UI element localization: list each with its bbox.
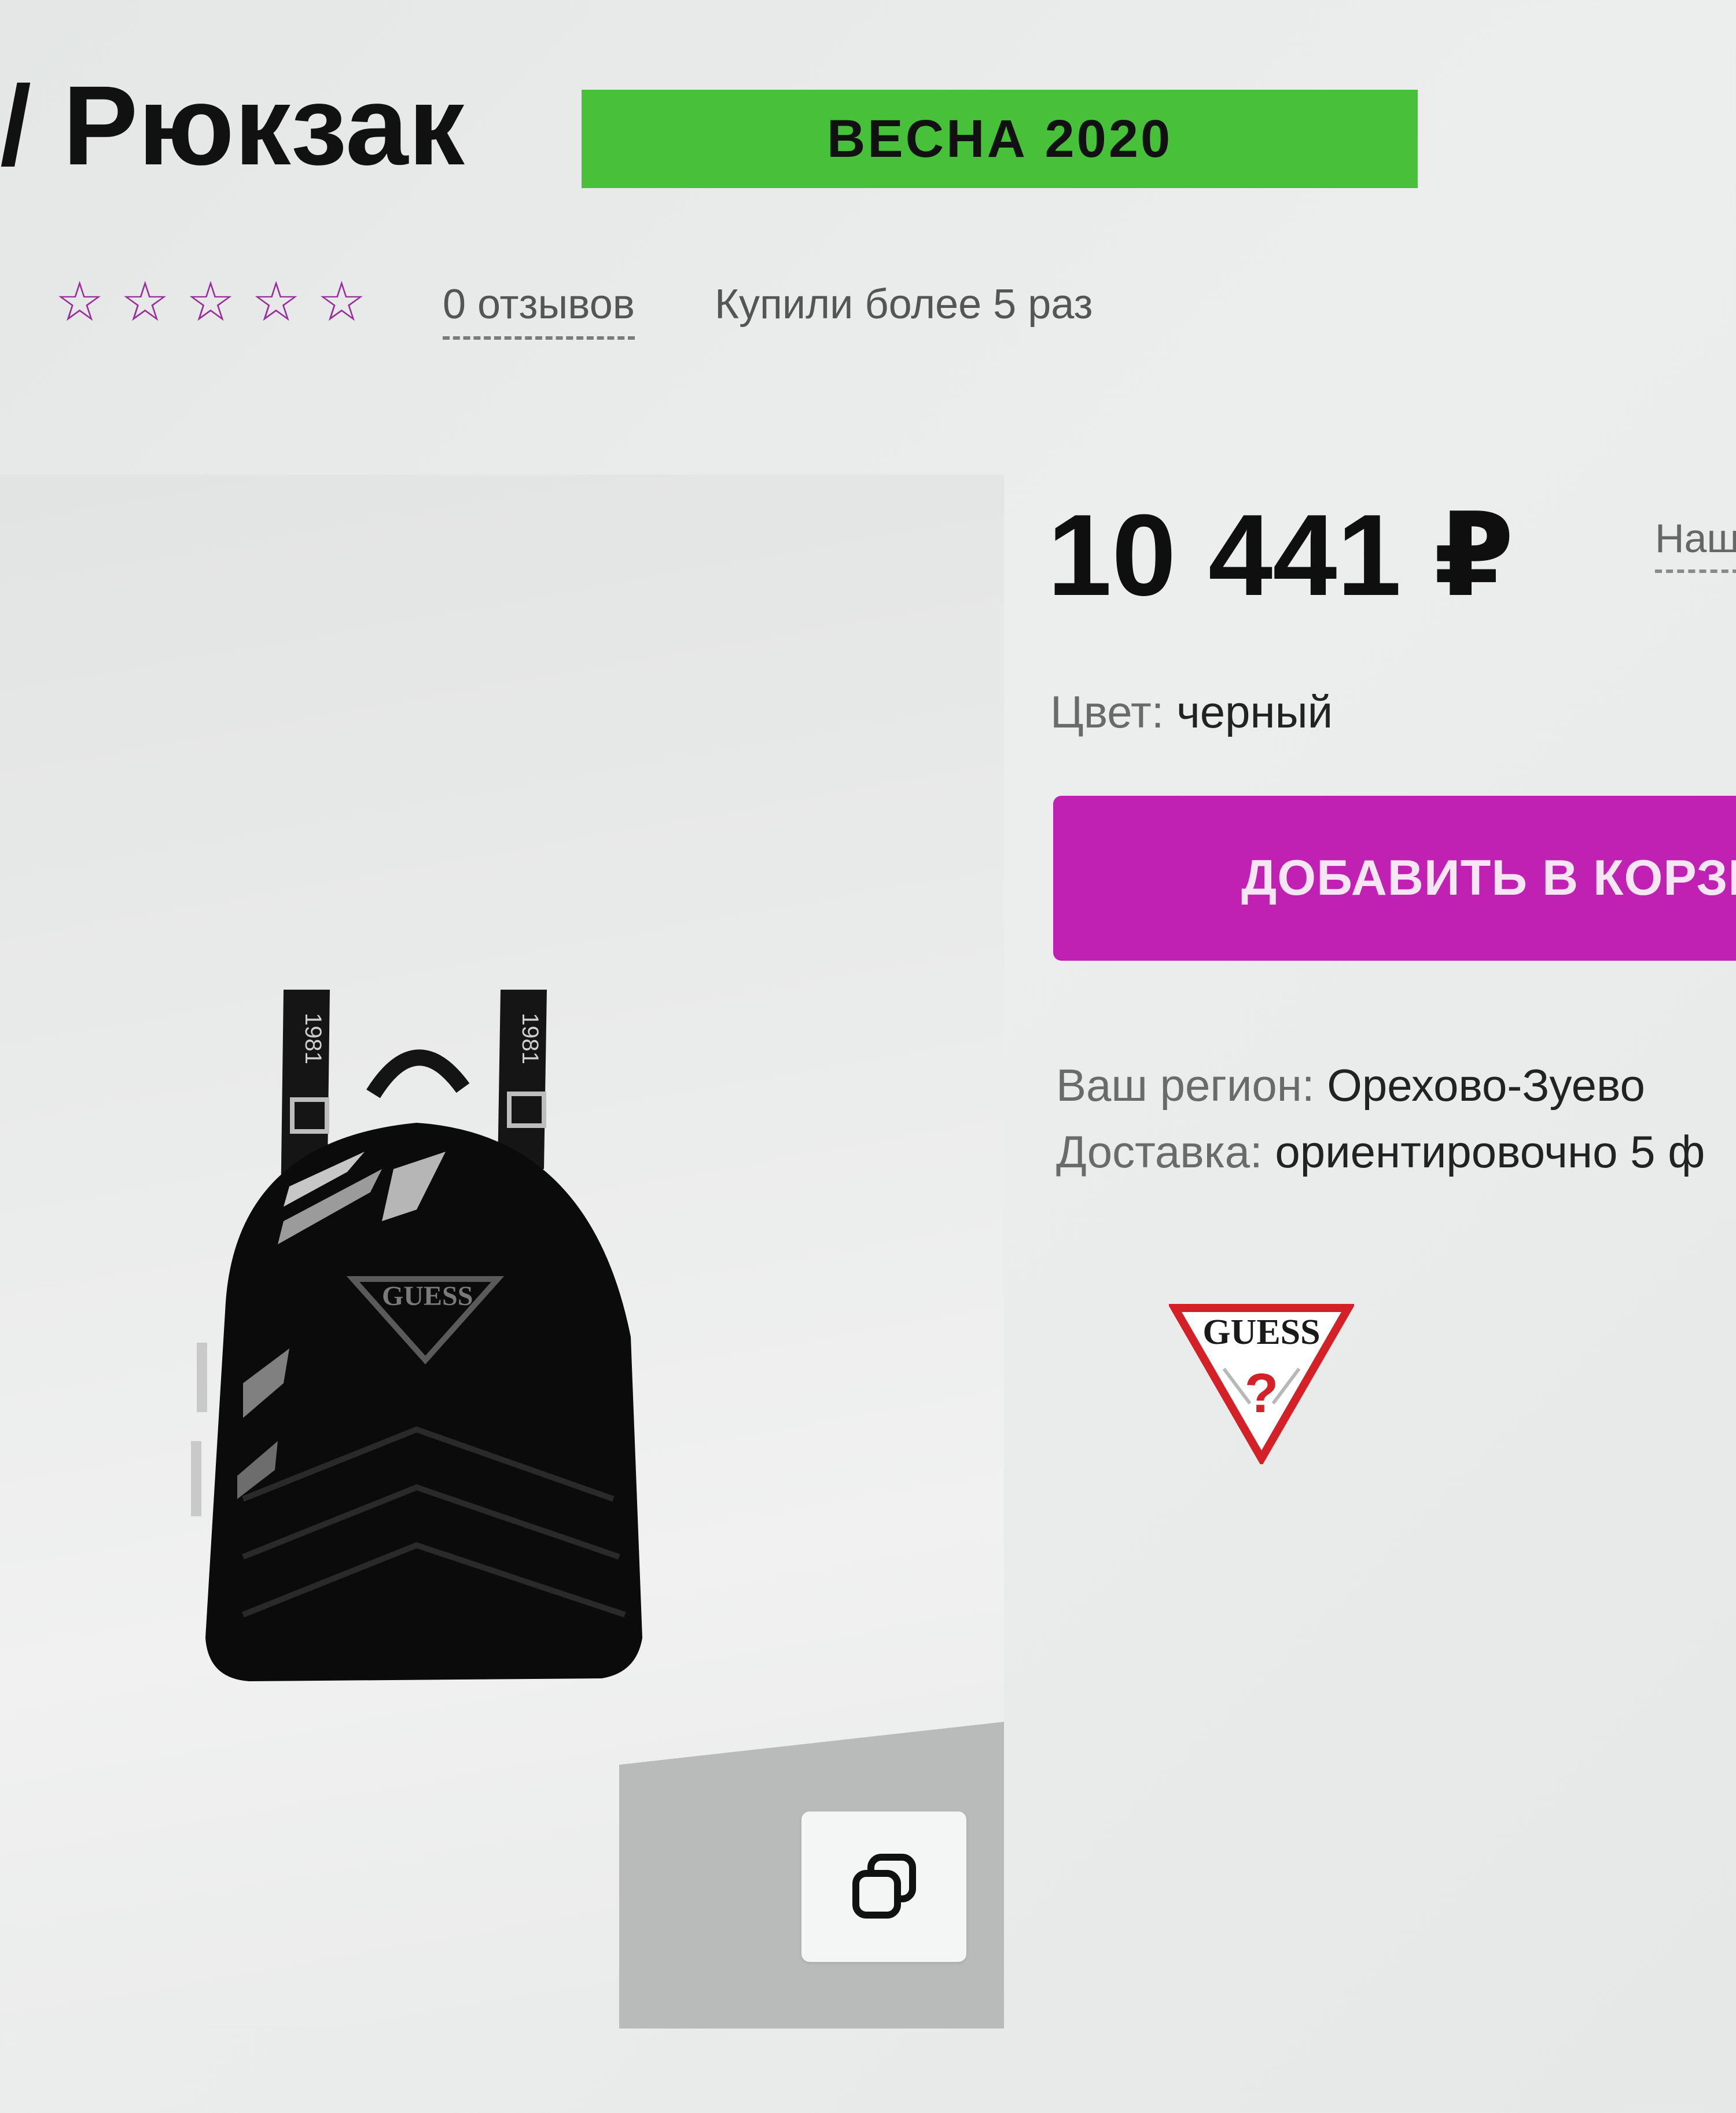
svg-text:1981: 1981 [517,1013,543,1064]
region-label: Ваш регион: [1056,1060,1315,1111]
star-icon[interactable]: ☆ [55,275,104,330]
color-row: Цвет: черный [1050,686,1333,738]
star-icon[interactable]: ☆ [252,275,301,330]
add-to-cart-button[interactable]: ДОБАВИТЬ В КОРЗИНУ [1053,796,1736,961]
svg-text:1981: 1981 [300,1013,326,1064]
reviews-link[interactable]: 0 отзывов [443,281,635,340]
star-icon[interactable]: ☆ [317,275,366,330]
copy-icon [852,1854,916,1919]
region-value[interactable]: Орехово-Зуево [1327,1060,1645,1111]
delivery-value: ориентировочно 5 ф [1275,1126,1705,1177]
delivery-label: Доставка: [1056,1126,1263,1177]
color-value: черный [1176,686,1333,737]
season-badge: ВЕСНА 2020 [582,90,1418,188]
color-label: Цвет: [1050,686,1164,737]
svg-text:?: ? [1245,1362,1279,1424]
add-to-cart-label: ДОБАВИТЬ В КОРЗИНУ [1241,850,1736,906]
delivery-row: Доставка: ориентировочно 5 ф [1056,1126,1705,1178]
guess-logo[interactable]: GUESS ? [1169,1302,1354,1464]
season-badge-label: ВЕСНА 2020 [826,109,1173,168]
copy-button[interactable] [801,1811,966,1962]
star-icon[interactable]: ☆ [120,275,170,330]
star-icon[interactable]: ☆ [186,275,235,330]
price-side-link[interactable]: Наш [1655,515,1736,573]
svg-text:GUESS: GUESS [382,1281,473,1311]
purchase-count: Купили более 5 раз [715,281,1093,328]
rating-stars[interactable]: ☆ ☆ ☆ ☆ ☆ [55,275,366,330]
svg-text:GUESS: GUESS [1202,1313,1320,1352]
product-price: 10 441 ₽ [1047,491,1514,620]
product-image-backpack[interactable]: 1981 1981 GUESS [174,978,723,1719]
page-title: / Рюкзак [0,63,465,189]
region-row: Ваш регион: Орехово-Зуево [1056,1059,1645,1112]
